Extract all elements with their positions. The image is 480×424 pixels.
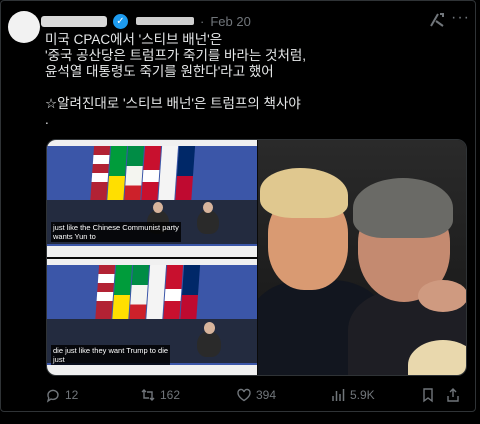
photo-figure-right-hair (353, 178, 453, 238)
photo-figure-left-hair (260, 168, 348, 218)
repost-icon (140, 387, 156, 403)
views-count: 5.9K (350, 388, 375, 402)
media-image-cpac-top[interactable]: just like the Chinese Communist party wa… (47, 140, 257, 257)
speaker-figure (197, 331, 221, 357)
views-button[interactable]: 5.9K (330, 387, 375, 403)
speaker-head (203, 202, 213, 213)
action-bar: 12 162 394 5.9K (45, 386, 465, 404)
video-subtitle: die just like they want Trump to die jus… (51, 345, 171, 365)
like-button[interactable]: 394 (236, 387, 276, 403)
post-text-line: 윤석열 대통령도 죽기를 원한다'라고 했어 (45, 64, 274, 79)
bookmark-icon (420, 387, 436, 403)
avatar[interactable] (8, 11, 40, 43)
separator-dot: · (200, 13, 205, 29)
heart-icon (236, 387, 252, 403)
redacted-display-name[interactable] (41, 15, 107, 27)
photo-hand (418, 280, 466, 312)
repost-button[interactable]: 162 (140, 387, 180, 403)
speaker-head (204, 322, 215, 334)
reply-button[interactable]: 12 (45, 387, 78, 403)
media-grid[interactable]: just like the Chinese Communist party wa… (46, 139, 467, 376)
share-icon (445, 387, 461, 403)
post-header: ✓ · Feb 20 (41, 13, 251, 29)
video-subtitle: just like the Chinese Communist party wa… (51, 222, 181, 242)
reply-icon (45, 387, 61, 403)
speaker-figure (197, 210, 219, 234)
more-icon[interactable]: ··· (451, 9, 470, 27)
media-image-cpac-bottom[interactable]: die just like they want Trump to die jus… (47, 259, 257, 375)
share-button[interactable] (445, 387, 461, 403)
views-icon (330, 387, 346, 403)
like-count: 394 (256, 388, 277, 402)
post-text-line: ☆알려진대로 '스티브 배넌'은 트럼프의 책사야 (45, 96, 301, 111)
post-text-line: '중국 공산당은 트럼프가 죽기를 바라는 것처럼, (45, 48, 307, 63)
post-date[interactable]: Feb 20 (210, 14, 250, 29)
speaker-head (153, 202, 163, 213)
reply-count: 12 (65, 388, 79, 402)
redacted-handle[interactable] (136, 17, 194, 25)
repost-count: 162 (160, 388, 181, 402)
post-text: 미국 CPAC에서 '스티브 배넌'은 '중국 공산당은 트럼프가 죽기를 바라… (45, 32, 470, 128)
grok-icon[interactable] (428, 11, 446, 29)
post-text-line: . (45, 112, 49, 127)
post-text-line: 미국 CPAC에서 '스티브 배넌'은 (45, 32, 223, 47)
verified-badge-icon: ✓ (113, 13, 128, 29)
bookmark-button[interactable] (420, 387, 436, 403)
media-image-closeup[interactable] (258, 140, 466, 375)
post-card[interactable]: ✓ · Feb 20 ··· 미국 CPAC에서 '스티브 배넌'은 '중국 공… (0, 0, 476, 412)
